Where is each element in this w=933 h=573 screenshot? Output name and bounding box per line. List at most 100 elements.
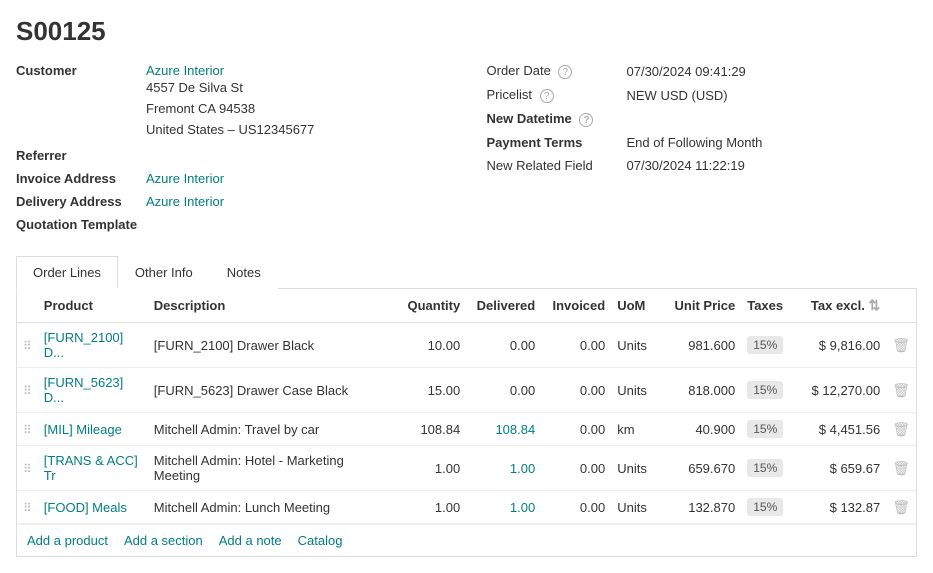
- drag-handle[interactable]: ⠿: [17, 446, 38, 491]
- uom-cell: Units: [611, 491, 661, 524]
- delivered-cell[interactable]: 108.84: [466, 413, 541, 446]
- delete-icon[interactable]: 🗑: [892, 382, 910, 398]
- delete-cell: 🗑: [886, 491, 916, 524]
- tax-badge: 15%: [747, 381, 783, 399]
- add-product-link[interactable]: Add a product: [27, 533, 108, 548]
- tax-excl-cell: $ 4,451.56: [796, 413, 886, 446]
- new-related-field-row: New Related Field 07/30/2024 11:22:19: [487, 158, 918, 173]
- product-cell: [MIL] Mileage: [38, 413, 148, 446]
- table-row: ⠿ [FOOD] Meals Mitchell Admin: Lunch Mee…: [17, 491, 916, 524]
- order-date-label: Order Date ?: [487, 63, 627, 79]
- invoice-address-link[interactable]: Azure Interior: [146, 171, 224, 186]
- delivered-value: 0.00: [510, 383, 535, 398]
- pricelist-value: NEW USD (USD): [627, 88, 728, 103]
- col-unit-price: Unit Price: [661, 289, 741, 323]
- pricelist-label: Pricelist ?: [487, 87, 627, 103]
- taxes-cell: 15%: [741, 368, 796, 413]
- delivered-cell[interactable]: 1.00: [466, 491, 541, 524]
- uom-cell: Units: [611, 446, 661, 491]
- drag-icon[interactable]: ⠿: [23, 423, 32, 437]
- unit-price-cell: 659.670: [661, 446, 741, 491]
- delivered-cell[interactable]: 1.00: [466, 446, 541, 491]
- drag-icon[interactable]: ⠿: [23, 501, 32, 515]
- drag-handle[interactable]: ⠿: [17, 413, 38, 446]
- col-actions: [886, 289, 916, 323]
- col-delivered: Delivered: [466, 289, 541, 323]
- delivery-address-value: Azure Interior: [146, 194, 224, 209]
- tax-excl-cell: $ 132.87: [796, 491, 886, 524]
- unit-price-cell: 818.000: [661, 368, 741, 413]
- uom-cell: km: [611, 413, 661, 446]
- product-link[interactable]: [FURN_5623] D...: [44, 375, 123, 405]
- delete-cell: 🗑: [886, 446, 916, 491]
- quotation-template-row: Quotation Template: [16, 217, 447, 232]
- reorder-icon[interactable]: ⇅: [868, 297, 880, 313]
- col-drag: [17, 289, 38, 323]
- add-section-link[interactable]: Add a section: [124, 533, 203, 548]
- order-date-row: Order Date ? 07/30/2024 09:41:29: [487, 63, 918, 79]
- tax-excl-cell: $ 659.67: [796, 446, 886, 491]
- col-taxes: Taxes: [741, 289, 796, 323]
- table-row: ⠿ [FURN_5623] D... [FURN_5623] Drawer Ca…: [17, 368, 916, 413]
- invoiced-cell: 0.00: [541, 446, 611, 491]
- new-datetime-row: New Datetime ?: [487, 111, 918, 127]
- drag-icon[interactable]: ⠿: [23, 462, 32, 476]
- delete-cell: 🗑: [886, 413, 916, 446]
- delivered-cell: 0.00: [466, 323, 541, 368]
- tab-other-info[interactable]: Other Info: [118, 256, 210, 289]
- col-uom: UoM: [611, 289, 661, 323]
- delivery-address-row: Delivery Address Azure Interior: [16, 194, 447, 209]
- new-datetime-label: New Datetime ?: [487, 111, 627, 127]
- col-tax-excl: Tax excl. ⇅: [796, 289, 886, 323]
- address-line3: United States – US12345677: [146, 120, 314, 141]
- tax-badge: 15%: [747, 459, 783, 477]
- delete-icon[interactable]: 🗑: [892, 337, 910, 353]
- drag-handle[interactable]: ⠿: [17, 323, 38, 368]
- pricelist-help-icon[interactable]: ?: [540, 89, 554, 103]
- col-quantity: Quantity: [386, 289, 466, 323]
- product-link[interactable]: [FURN_2100] D...: [44, 330, 123, 360]
- delete-icon[interactable]: 🗑: [892, 421, 910, 437]
- product-link[interactable]: [FOOD] Meals: [44, 500, 127, 515]
- tab-order-lines[interactable]: Order Lines: [16, 256, 118, 289]
- tabs-container: Order Lines Other Info Notes: [16, 256, 917, 289]
- col-description: Description: [148, 289, 386, 323]
- quantity-cell: 15.00: [386, 368, 466, 413]
- drag-icon[interactable]: ⠿: [23, 339, 32, 353]
- delivered-value[interactable]: 108.84: [495, 422, 535, 437]
- delete-icon[interactable]: 🗑: [892, 460, 910, 476]
- quotation-template-label: Quotation Template: [16, 217, 146, 232]
- delivered-value: 0.00: [510, 338, 535, 353]
- new-datetime-help-icon[interactable]: ?: [579, 113, 593, 127]
- quantity-cell: 10.00: [386, 323, 466, 368]
- quantity-cell: 108.84: [386, 413, 466, 446]
- taxes-cell: 15%: [741, 491, 796, 524]
- delivered-value[interactable]: 1.00: [510, 500, 535, 515]
- taxes-cell: 15%: [741, 446, 796, 491]
- delivery-address-link[interactable]: Azure Interior: [146, 194, 224, 209]
- add-note-link[interactable]: Add a note: [219, 533, 282, 548]
- new-related-field-value: 07/30/2024 11:22:19: [627, 158, 745, 173]
- quantity-cell: 1.00: [386, 446, 466, 491]
- delivered-value[interactable]: 1.00: [510, 461, 535, 476]
- order-date-help-icon[interactable]: ?: [558, 65, 572, 79]
- product-link[interactable]: [TRANS & ACC] Tr: [44, 453, 138, 483]
- page-title: S00125: [16, 16, 917, 47]
- drag-icon[interactable]: ⠿: [23, 384, 32, 398]
- tab-notes[interactable]: Notes: [210, 256, 278, 289]
- unit-price-cell: 981.600: [661, 323, 741, 368]
- unit-price-cell: 132.870: [661, 491, 741, 524]
- tax-badge: 15%: [747, 336, 783, 354]
- taxes-cell: 15%: [741, 413, 796, 446]
- address-line1: 4557 De Silva St: [146, 78, 314, 99]
- drag-handle[interactable]: ⠿: [17, 491, 38, 524]
- product-cell: [FOOD] Meals: [38, 491, 148, 524]
- product-link[interactable]: [MIL] Mileage: [44, 422, 122, 437]
- customer-name-link[interactable]: Azure Interior: [146, 63, 224, 78]
- delivered-cell: 0.00: [466, 368, 541, 413]
- drag-handle[interactable]: ⠿: [17, 368, 38, 413]
- table-footer: Add a product Add a section Add a note C…: [17, 524, 916, 556]
- delete-icon[interactable]: 🗑: [892, 499, 910, 515]
- uom-cell: Units: [611, 368, 661, 413]
- catalog-link[interactable]: Catalog: [298, 533, 343, 548]
